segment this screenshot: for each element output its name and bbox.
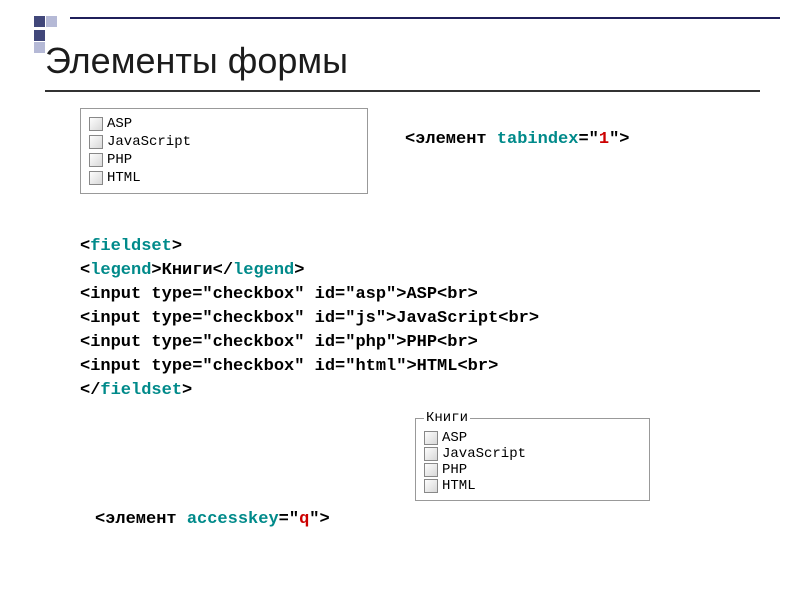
list-item: ASP <box>424 430 641 446</box>
code-line: <input type="checkbox" id="php">PHP<br> <box>80 331 539 355</box>
checkbox-list-plain: ASP JavaScript PHP HTML <box>80 108 368 194</box>
item-label: JavaScript <box>442 446 526 462</box>
checkbox-icon[interactable] <box>424 447 438 461</box>
checkbox-icon[interactable] <box>424 479 438 493</box>
code-line: <legend>Книги</legend> <box>80 259 539 283</box>
title-underline <box>45 90 760 92</box>
fieldset-legend: Книги <box>424 410 470 426</box>
code-line: </fieldset> <box>80 379 539 403</box>
accesskey-code: <элемент accesskey="q"> <box>95 510 330 529</box>
code-line: <input type="checkbox" id="js">JavaScrip… <box>80 307 539 331</box>
item-label: ASP <box>107 115 132 133</box>
list-item: PHP <box>89 151 359 169</box>
list-item: HTML <box>89 169 359 187</box>
checkbox-icon[interactable] <box>89 135 103 149</box>
item-label: PHP <box>442 462 467 478</box>
decor-line-top <box>70 17 780 19</box>
tabindex-code: <элемент tabindex="1"> <box>405 130 629 149</box>
code-line: <input type="checkbox" id="asp">ASP<br> <box>80 283 539 307</box>
checkbox-icon[interactable] <box>89 117 103 131</box>
fieldset: Книги ASP JavaScript PHP HTML <box>415 410 650 501</box>
list-item: JavaScript <box>89 133 359 151</box>
list-item: PHP <box>424 462 641 478</box>
list-item: HTML <box>424 478 641 494</box>
fieldset-code-block: <fieldset> <legend>Книги</legend> <input… <box>80 235 539 403</box>
checkbox-icon[interactable] <box>89 153 103 167</box>
list-item: JavaScript <box>424 446 641 462</box>
code-line: <fieldset> <box>80 235 539 259</box>
item-label: JavaScript <box>107 133 191 151</box>
checkbox-icon[interactable] <box>89 171 103 185</box>
list-item: ASP <box>89 115 359 133</box>
checkbox-icon[interactable] <box>424 431 438 445</box>
page-title: Элементы формы <box>45 40 348 82</box>
item-label: HTML <box>442 478 476 494</box>
code-line: <input type="checkbox" id="html">HTML<br… <box>80 355 539 379</box>
item-label: ASP <box>442 430 467 446</box>
item-label: PHP <box>107 151 132 169</box>
item-label: HTML <box>107 169 141 187</box>
fieldset-rendered: Книги ASP JavaScript PHP HTML <box>415 410 650 501</box>
checkbox-icon[interactable] <box>424 463 438 477</box>
